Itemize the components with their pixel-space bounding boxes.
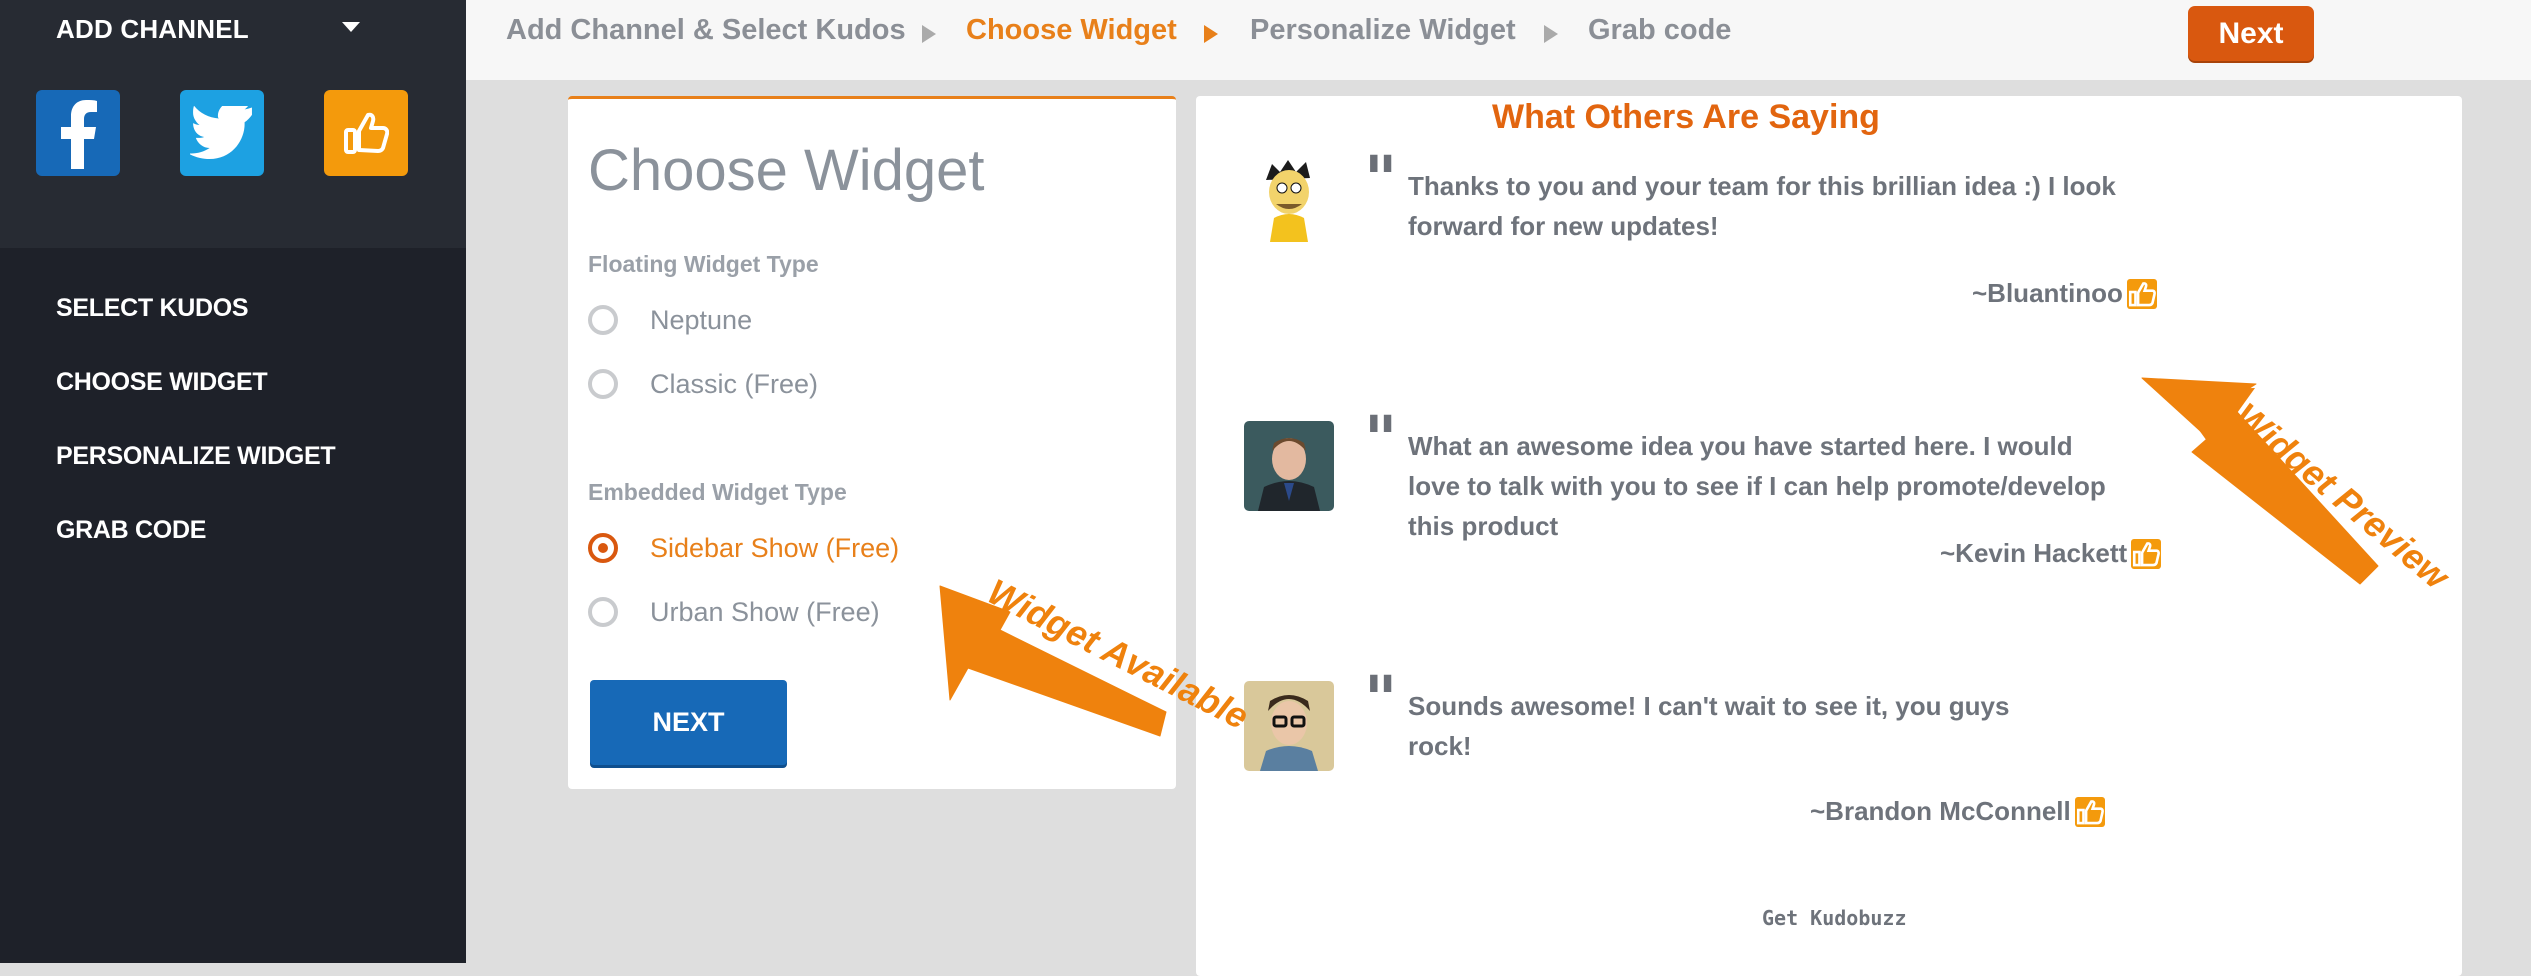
avatar (1244, 681, 1334, 771)
embedded-widget-type-label: Embedded Widget Type (588, 479, 847, 505)
author-name: ~Brandon McConnell (1810, 796, 2071, 826)
breadcrumb-separator-icon (1544, 25, 1558, 43)
channel-panel: ADD CHANNEL (0, 0, 466, 248)
sidebar: ADD CHANNEL SELECT KUDOS CHOOSE WIDGET P… (0, 0, 466, 963)
thumbs-up-icon (344, 112, 389, 154)
author-name: ~Bluantinoo (1972, 278, 2123, 308)
preview-title: What Others Are Saying (1492, 98, 1880, 136)
radio-label: Sidebar Show (Free) (650, 533, 900, 563)
nav-personalize-widget[interactable]: PERSONALIZE WIDGET (56, 442, 336, 471)
testimonial-text: What an awesome idea you have started he… (1408, 431, 2106, 541)
breadcrumb-step-choose-widget[interactable]: Choose Widget (966, 14, 1177, 47)
radio-label: Classic (Free) (650, 369, 819, 399)
radio-button-icon[interactable] (588, 305, 618, 335)
nav-choose-widget[interactable]: CHOOSE WIDGET (56, 368, 268, 397)
top-next-button[interactable]: Next (2188, 6, 2314, 61)
radio-label: Urban Show (Free) (650, 597, 880, 627)
testimonial-author: ~Brandon McConnell (1810, 796, 2105, 827)
breadcrumb-separator-icon (922, 25, 936, 43)
radio-button-icon[interactable] (588, 369, 618, 399)
thumbs-up-icon (2074, 796, 2105, 827)
photo-avatar-icon (1244, 681, 1334, 771)
radio-button-icon[interactable] (588, 597, 618, 627)
cartoon-avatar-icon (1244, 152, 1334, 242)
kudos-button[interactable] (324, 90, 408, 176)
nav-select-kudos[interactable]: SELECT KUDOS (56, 294, 249, 323)
facebook-button[interactable] (36, 90, 120, 176)
breadcrumb-step-add-channel[interactable]: Add Channel & Select Kudos (506, 14, 906, 47)
testimonial-author: ~Kevin Hackett (1940, 538, 2162, 569)
testimonial-text: Sounds awesome! I can't wait to see it, … (1408, 691, 2010, 761)
widget-preview-panel: What Others Are Saying " Thanks to you a… (1196, 96, 2462, 976)
quote-icon: " (1364, 662, 1398, 737)
radio-label: Neptune (650, 305, 753, 335)
avatar (1244, 152, 1334, 242)
testimonial-author: ~Bluantinoo (1972, 278, 2157, 309)
thumbs-up-icon (2131, 538, 2162, 569)
choose-widget-panel: Choose Widget Floating Widget Type Neptu… (568, 96, 1176, 789)
next-button[interactable]: NEXT (590, 680, 787, 765)
get-kudobuzz-link[interactable]: Get Kudobuzz (1762, 906, 1907, 930)
author-name: ~Kevin Hackett (1940, 538, 2128, 568)
twitter-button[interactable] (180, 90, 264, 176)
twitter-icon (190, 106, 252, 160)
thumbs-up-icon (2126, 278, 2157, 309)
avatar (1244, 421, 1334, 511)
facebook-icon (61, 100, 97, 169)
radio-button-selected-icon[interactable] (588, 533, 618, 563)
floating-widget-type-label: Floating Widget Type (588, 251, 819, 277)
testimonial-text: Thanks to you and your team for this bri… (1408, 171, 2116, 241)
add-channel-label[interactable]: ADD CHANNEL (56, 14, 249, 45)
breadcrumb-step-personalize-widget[interactable]: Personalize Widget (1250, 14, 1516, 47)
quote-icon: " (1364, 402, 1398, 477)
breadcrumb-separator-icon (1204, 25, 1218, 43)
quote-icon: " (1364, 142, 1398, 217)
breadcrumb-step-grab-code[interactable]: Grab code (1588, 14, 1731, 47)
nav-grab-code[interactable]: GRAB CODE (56, 516, 206, 545)
chevron-down-icon[interactable] (342, 22, 360, 32)
photo-avatar-icon (1244, 421, 1334, 511)
panel-title: Choose Widget (588, 138, 985, 203)
